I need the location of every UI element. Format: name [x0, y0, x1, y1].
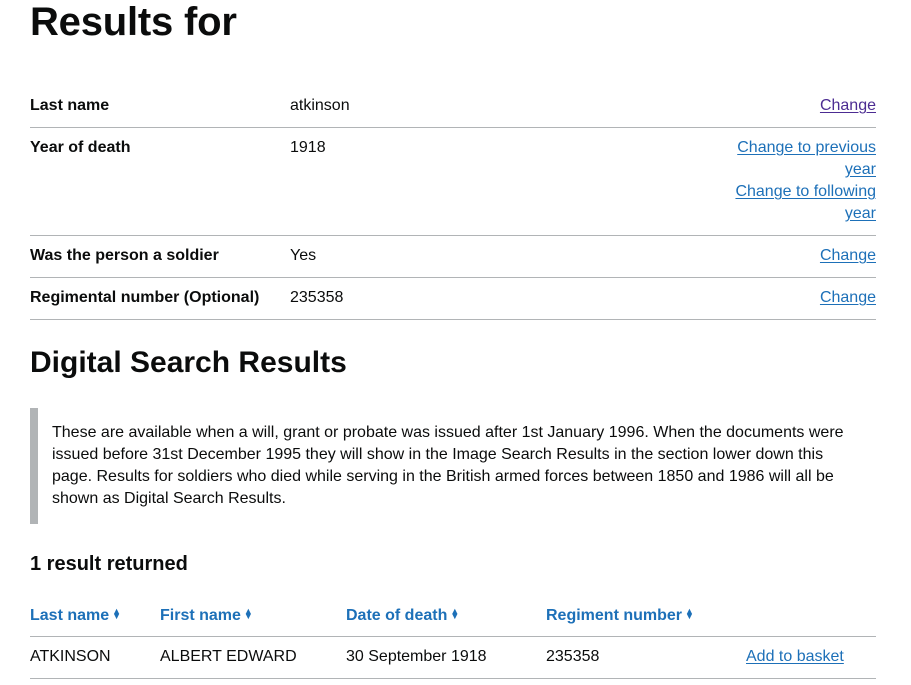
cell-regiment-number: 235358: [546, 636, 746, 679]
sort-date-of-death-header[interactable]: Date of death ▲ ▼: [346, 597, 546, 637]
sort-arrows-icon: ▲ ▼: [243, 606, 253, 621]
digital-results-heading: Digital Search Results: [30, 346, 347, 379]
summary-row-last-name: Last name atkinson Change: [30, 86, 876, 128]
table-header-row: Last name ▲ ▼ First name ▲ ▼ Date of death ▲ ▼…: [30, 597, 876, 637]
sort-arrows-icon: ▲ ▼: [450, 606, 460, 621]
page: Results for Last name atkinson Change Ye…: [30, 0, 876, 679]
results-table: Last name ▲ ▼ First name ▲ ▼ Date of death ▲ ▼…: [30, 597, 876, 679]
change-soldier-link[interactable]: Change: [820, 247, 876, 264]
sort-regiment-number-header[interactable]: Regiment number ▲ ▼: [546, 597, 746, 637]
summary-row-soldier: Was the person a soldier Yes Change: [30, 236, 876, 278]
cell-first-name: ALBERT EDWARD: [160, 636, 346, 679]
summary-key: Regimental number (Optional): [30, 289, 260, 306]
cell-last-name: ATKINSON: [30, 636, 160, 679]
summary-row-year-of-death: Year of death 1918 Change to previous ye…: [30, 128, 876, 236]
page-title: Results for: [30, 0, 237, 44]
change-regimental-number-link[interactable]: Change: [820, 289, 876, 306]
summary-row-regimental-number: Regimental number (Optional) 235358 Chan…: [30, 278, 876, 320]
change-to-previous-year-link[interactable]: Change to previous year: [737, 139, 876, 178]
summary-key: Year of death: [30, 139, 131, 156]
change-last-name-link[interactable]: Change: [820, 97, 876, 114]
header-label: Regiment number: [546, 607, 683, 624]
sort-arrows-icon: ▲ ▼: [685, 606, 694, 621]
header-label: First name: [160, 607, 241, 624]
sort-first-name-header[interactable]: First name ▲ ▼: [160, 597, 346, 637]
change-to-following-year-link[interactable]: Change to following year: [735, 183, 876, 222]
summary-value: 1918: [290, 139, 326, 156]
header-label: Date of death: [346, 607, 448, 624]
sort-last-name-header[interactable]: Last name ▲ ▼: [30, 597, 160, 637]
actions-header: [746, 597, 876, 637]
result-count: 1 result returned: [30, 553, 188, 575]
summary-value: 235358: [290, 289, 344, 306]
cell-date-of-death: 30 September 1918: [346, 636, 546, 679]
cell-action: Add to basket: [746, 636, 876, 679]
summary-value: Yes: [290, 247, 317, 264]
add-to-basket-link[interactable]: Add to basket: [746, 648, 844, 665]
summary-key: Was the person a soldier: [30, 247, 219, 264]
header-label: Last name: [30, 607, 110, 624]
digital-results-inset-text: These are available when a will, grant o…: [30, 408, 850, 524]
table-row: ATKINSON ALBERT EDWARD 30 September 1918…: [30, 636, 876, 679]
search-summary-list: Last name atkinson Change Year of death …: [30, 86, 876, 320]
summary-value: atkinson: [290, 97, 350, 114]
sort-arrows-icon: ▲ ▼: [112, 606, 122, 621]
summary-key: Last name: [30, 97, 110, 114]
